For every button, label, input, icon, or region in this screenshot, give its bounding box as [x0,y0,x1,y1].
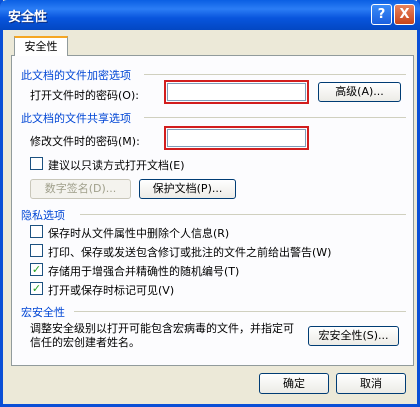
open-password-field[interactable] [164,80,309,104]
help-icon[interactable]: ? [371,4,392,25]
divider [74,311,406,312]
divider [144,117,406,118]
privacy-checkbox-random-number[interactable]: ✓ [30,263,43,276]
tab-security[interactable]: 安全性 [14,36,68,56]
open-password-label: 打开文件时的密码(O): [30,89,139,102]
macro-description: 调整安全级别以打开可能包含宏病毒的文件，并指定可信任的宏创建者姓名。 [30,322,294,349]
share-group-title: 此文档的文件共享选项 [21,112,131,125]
modify-password-label: 修改文件时的密码(M): [30,135,140,148]
privacy-checkbox-markup-visible[interactable]: ✓ [30,282,43,295]
privacy-checkbox-remove-info[interactable] [30,225,43,238]
readonly-label[interactable]: 建议以只读方式打开文档(E) [48,157,185,173]
privacy-group-title: 隐私选项 [21,209,65,222]
divider [80,214,406,215]
digital-signature-button[interactable]: 数字签名(D)... [30,179,131,199]
window-title: 安全性 [8,10,48,25]
protect-document-button[interactable]: 保护文档(P)... [139,179,236,199]
privacy-label-warn[interactable]: 打印、保存或发送包含修订或批注的文件之前给出警告(W) [48,244,331,260]
ok-button[interactable]: 确定 [259,373,329,394]
modify-password-field[interactable] [164,126,309,150]
divider [144,74,406,75]
close-icon[interactable]: X [394,4,415,25]
privacy-label-markup-visible[interactable]: 打开或保存时标记可见(V) [48,282,174,298]
privacy-checkbox-warn[interactable] [30,244,43,257]
cancel-button[interactable]: 取消 [336,373,406,394]
readonly-checkbox[interactable] [30,157,43,170]
title-bar[interactable]: 安全性 ? X [0,0,420,30]
tab-panel: 此文档的文件加密选项 打开文件时的密码(O): 高级(A)... 此文档的文件共… [11,55,414,366]
encrypt-group-title: 此文档的文件加密选项 [21,69,131,82]
privacy-label-remove-info[interactable]: 保存时从文件属性中删除个人信息(R) [48,225,229,241]
macro-security-button[interactable]: 宏安全性(S)... [308,326,399,346]
macro-group-title: 宏安全性 [21,306,65,319]
advanced-button[interactable]: 高级(A)... [318,82,401,102]
security-dialog: 安全性 ? X 安全性 此文档的文件加密选项 打开文件时的密码(O): 高级(A… [0,0,420,407]
privacy-label-random-number[interactable]: 存储用于增强合并精确性的随机编号(T) [48,263,239,279]
